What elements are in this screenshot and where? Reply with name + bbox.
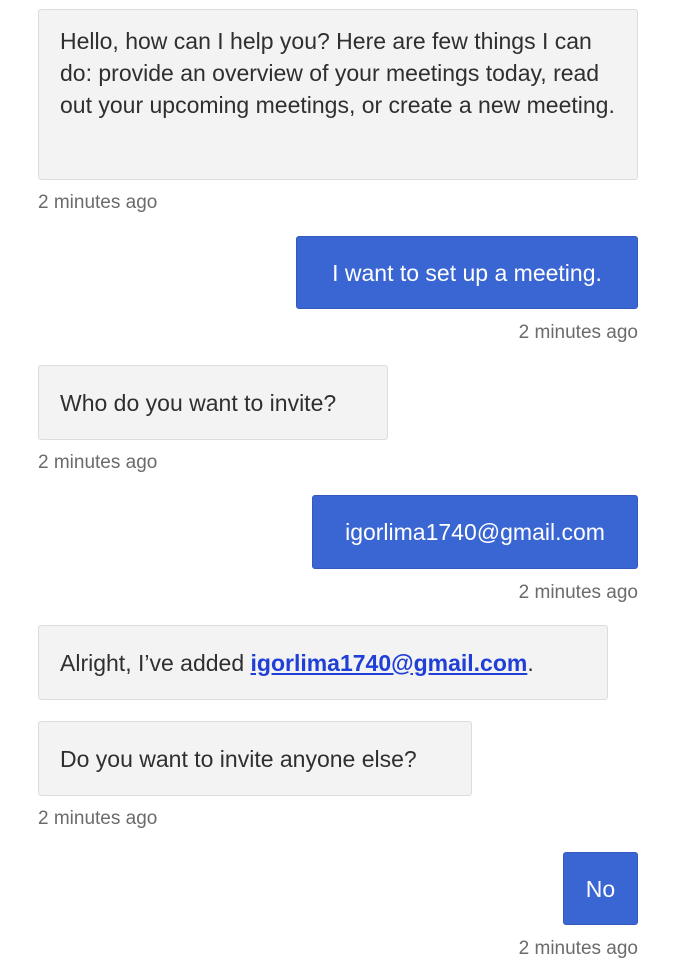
email-link[interactable]: igorlima1740@gmail.com <box>251 650 528 676</box>
user-message-bubble: I want to set up a meeting. <box>296 236 638 309</box>
bot-message-text: Alright, I’ve added igorlima1740@gmail.c… <box>60 647 534 679</box>
bot-message-bubble: Do you want to invite anyone else? <box>38 721 472 796</box>
message-timestamp: 2 minutes ago <box>38 808 158 829</box>
message-timestamp: 2 minutes ago <box>518 938 638 959</box>
bot-message-text: Do you want to invite anyone else? <box>60 745 417 772</box>
message-timestamp: 2 minutes ago <box>38 452 158 473</box>
bot-message-bubble: Hello, how can I help you? Here are few … <box>38 9 638 180</box>
user-message-text: No <box>585 875 616 902</box>
message-timestamp: 2 minutes ago <box>518 582 638 603</box>
user-message-text: I want to set up a meeting. <box>332 259 602 286</box>
message-timestamp: 2 minutes ago <box>518 322 638 343</box>
user-message-bubble: No <box>563 852 638 925</box>
user-message-bubble: igorlima1740@gmail.com <box>312 495 638 569</box>
user-message-text: igorlima1740@gmail.com <box>345 519 605 545</box>
bot-message-bubble: Who do you want to invite? <box>38 365 388 440</box>
message-prefix-text: Alright, I’ve added <box>60 649 251 676</box>
bot-message-text: Hello, how can I help you? Here are few … <box>60 28 615 118</box>
message-suffix-text: . <box>527 649 534 676</box>
bot-message-text: Who do you want to invite? <box>60 389 337 416</box>
bot-message-bubble: Alright, I’ve added igorlima1740@gmail.c… <box>38 625 608 700</box>
message-timestamp: 2 minutes ago <box>38 192 158 213</box>
